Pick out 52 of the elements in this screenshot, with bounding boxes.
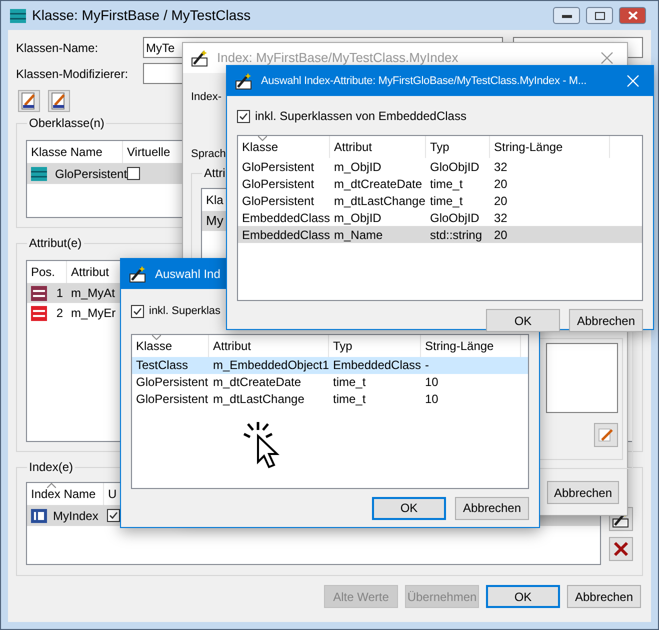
group-title: Oberklasse(n): [28, 115, 106, 132]
window-title: Auswahl Index-Attribute: MyFirstGloBase/MyTestClass.MyIndex - M...: [261, 74, 586, 89]
table-cell-text: m_dtLastChange: [333, 192, 426, 210]
table-cell-text: EmbeddedClass: [332, 357, 421, 374]
table-cell-text: 1: [56, 285, 63, 302]
table-cell-text: m_dtCreateDate: [333, 176, 424, 192]
group-title: Attri: [203, 165, 226, 182]
table-cell-text: 32: [493, 158, 508, 176]
table-cell-text: m_ObjID: [333, 210, 382, 226]
table-cell-text: GloObjID: [429, 158, 480, 176]
table-cell-text: m_MyEr: [70, 305, 117, 322]
table-cell-text: 32: [493, 210, 508, 226]
table-cell-text: GloPersistent: [135, 391, 209, 408]
table-cell-text: time_t: [429, 192, 464, 210]
field-label: Klassen-Name:: [16, 40, 100, 56]
table-cell-text: 20: [493, 176, 508, 192]
table-cell-text: My: [206, 212, 224, 230]
checkbox-label: inkl. Superklassen von EmbeddedClass: [255, 108, 466, 125]
table-cell-text: 20: [493, 192, 508, 210]
table-cell-text: 10: [424, 391, 440, 408]
table-cell-text: 10: [424, 374, 440, 391]
table-cell-text: time_t: [332, 391, 367, 408]
table-cell-text: -: [424, 357, 430, 374]
table-cell-text: m_dtCreateDate: [212, 374, 302, 391]
window-title: Index: MyFirstBase/MyTestClass.MyIndex: [217, 49, 458, 68]
checkbox-label: inkl. Superklas: [149, 304, 221, 319]
table-cell-text: GloPersistent: [241, 192, 316, 210]
table-cell-text: 20: [493, 226, 508, 244]
table-cell-text: TestClass: [135, 357, 190, 374]
window-title: Klasse: MyFirstBase / MyTestClass: [32, 6, 251, 25]
table-cell-text: GloPersistent: [55, 166, 128, 182]
table-cell-text: m_ObjID: [333, 158, 382, 176]
table-cell-text: time_t: [429, 176, 464, 192]
table-cell-text: EmbeddedClass: [241, 226, 330, 244]
table-cell-text: m_EmbeddedObject1: [212, 357, 329, 374]
table-cell-text: MyIndex: [53, 508, 98, 524]
group-title: Attribut(e): [28, 235, 83, 252]
field-label: Index-: [191, 90, 222, 105]
table-cell-text: GloPersistent: [241, 176, 316, 192]
table-cell-text: m_Name: [333, 226, 384, 244]
table-cell-text: time_t: [332, 374, 367, 391]
table-cell-text: 2: [56, 305, 63, 322]
table-cell-text: std::string: [429, 226, 484, 244]
table-cell-text: GloPersistent: [135, 374, 209, 391]
table-cell-text: m_dtLastChange: [212, 391, 306, 408]
table-cell-text: m_MyAt: [70, 285, 116, 302]
table-cell-text: GloObjID: [429, 210, 480, 226]
window-title: Auswahl Ind: [155, 266, 220, 283]
table-cell-text: GloPersistent: [241, 158, 316, 176]
table-cell-text: EmbeddedClass: [241, 210, 330, 226]
field-label: Klassen-Modifizierer:: [16, 66, 130, 82]
group-title: Index(e): [28, 459, 74, 476]
